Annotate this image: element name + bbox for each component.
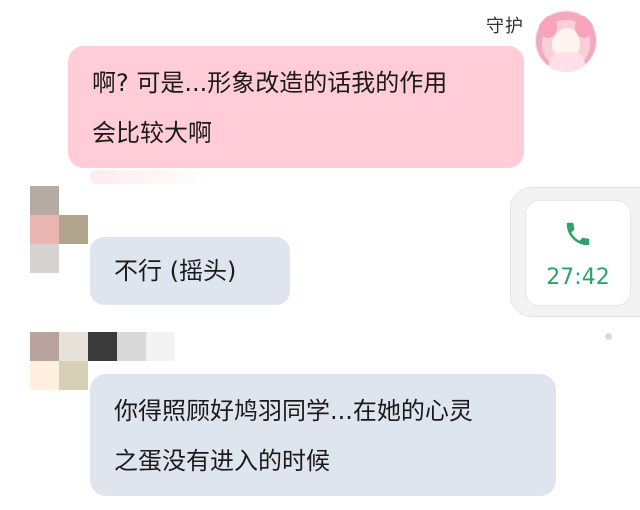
call-card[interactable]: 27:42 [510, 187, 640, 317]
call-duration: 27:42 [546, 265, 610, 290]
decoration [605, 333, 612, 340]
message-text-line: 会比较大啊 [92, 119, 212, 147]
message-text-line: 啊? 可是...形象改造的话我的作用 [92, 69, 448, 97]
message-bubble-incoming[interactable]: 你得照顾好鸠羽同学...在她的心灵 之蛋没有进入的时候 [90, 374, 556, 496]
message-text-line: 之蛋没有进入的时候 [114, 447, 330, 475]
message-bubble-outgoing[interactable]: 啊? 可是...形象改造的话我的作用 会比较大啊 [68, 46, 524, 168]
call-record[interactable]: 27:42 [525, 200, 631, 306]
message-bubble-incoming[interactable]: 不行 (摇头) [90, 237, 290, 305]
sender-name: 守护 [486, 16, 524, 37]
message-text: 不行 (摇头) [114, 257, 237, 285]
phone-icon [566, 222, 590, 246]
decoration [90, 170, 210, 184]
avatar[interactable] [535, 10, 597, 72]
avatar-mosaic[interactable] [30, 186, 90, 274]
message-text-line: 你得照顾好鸠羽同学...在她的心灵 [114, 397, 473, 425]
